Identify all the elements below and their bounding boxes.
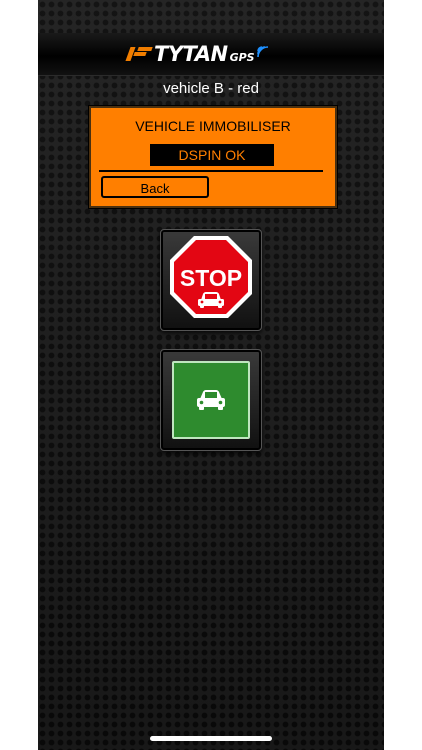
status-display: DSPIN OK bbox=[150, 144, 274, 166]
immobilise-button[interactable]: STOP bbox=[160, 229, 262, 331]
signal-waves-icon bbox=[256, 46, 268, 58]
car-icon bbox=[197, 390, 225, 410]
app-header: TYTAN GPS bbox=[38, 33, 384, 76]
home-indicator[interactable] bbox=[150, 736, 272, 741]
panel-divider bbox=[99, 170, 323, 172]
go-square bbox=[172, 361, 250, 439]
vehicle-name: vehicle B - red bbox=[163, 80, 259, 97]
stop-label: STOP bbox=[180, 265, 242, 291]
stop-sign-with-car-icon: STOP bbox=[170, 236, 252, 318]
mobilise-button[interactable] bbox=[160, 349, 262, 451]
app-screen: TYTAN GPS vehicle B - red VEHICLE IMMOBI… bbox=[38, 0, 384, 750]
logo-wordmark: TYTAN bbox=[154, 42, 228, 66]
back-button[interactable]: Back bbox=[101, 176, 209, 198]
immobiliser-panel: VEHICLE IMMOBILISER DSPIN OK Back bbox=[89, 106, 337, 208]
brand-logo: TYTAN GPS bbox=[125, 41, 270, 67]
panel-title: VEHICLE IMMOBILISER bbox=[135, 118, 291, 134]
logo-gps-text: GPS bbox=[229, 50, 255, 64]
logo-mark-icon bbox=[125, 45, 153, 63]
